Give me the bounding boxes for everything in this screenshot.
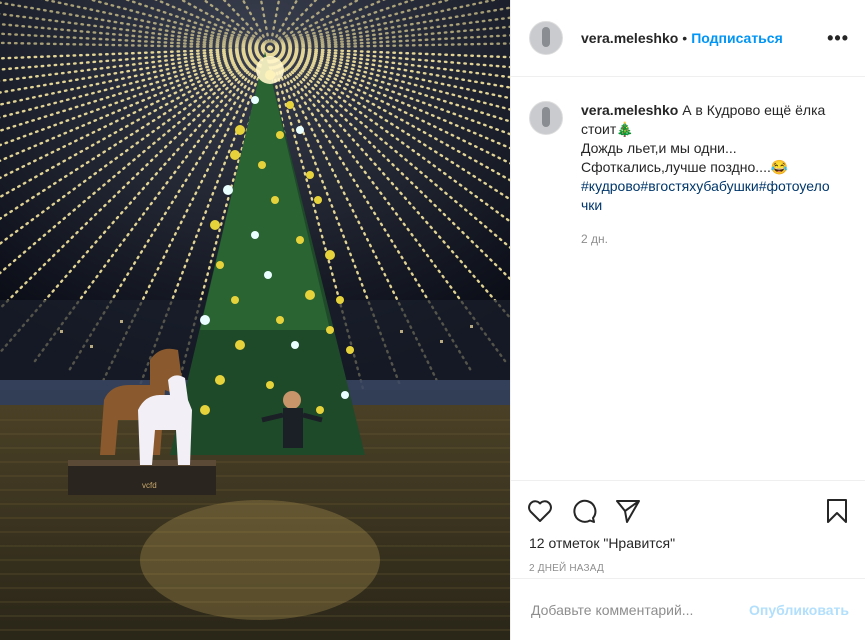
instagram-post: vcfd vera.meleshko • Подписаться ••• ver… bbox=[0, 0, 865, 640]
action-icons bbox=[527, 491, 849, 531]
caption-avatar[interactable] bbox=[529, 101, 563, 135]
more-options-icon[interactable]: ••• bbox=[827, 28, 849, 49]
post-sidebar: vera.meleshko • Подписаться ••• vera.mel… bbox=[510, 0, 865, 640]
caption-time[interactable]: 2 дн. bbox=[581, 230, 836, 249]
caption-text-line3: Сфоткались,лучше поздно....😂 bbox=[581, 159, 789, 175]
likes-count[interactable]: 12 отметок "Нравится" bbox=[527, 535, 849, 551]
username-link[interactable]: vera.meleshko bbox=[581, 30, 678, 46]
avatar[interactable] bbox=[529, 21, 563, 55]
like-heart-icon[interactable] bbox=[527, 499, 553, 523]
comments-section: vera.meleshko А в Кудрово ещё ёлка стоит… bbox=[511, 77, 865, 480]
caption-hashtags[interactable]: #кудрово#вгостяхубабушки#фотоуелочки bbox=[581, 178, 830, 213]
add-comment-bar: Опубликовать bbox=[511, 578, 865, 640]
separator-dot: • bbox=[682, 30, 688, 46]
caption-text-line2: Дождь льет,и мы одни... bbox=[581, 140, 737, 156]
christmas-tree-photo: vcfd bbox=[0, 0, 510, 640]
share-icon[interactable] bbox=[615, 498, 641, 524]
caption-body: vera.meleshko А в Кудрово ещё ёлка стоит… bbox=[581, 101, 836, 249]
follow-button[interactable]: Подписаться bbox=[691, 30, 783, 46]
post-header: vera.meleshko • Подписаться ••• bbox=[511, 0, 865, 77]
publish-button[interactable]: Опубликовать bbox=[749, 602, 849, 618]
comment-icon[interactable] bbox=[571, 498, 597, 524]
svg-text:vcfd: vcfd bbox=[142, 481, 157, 490]
post-photo[interactable]: vcfd bbox=[0, 0, 510, 640]
caption: vera.meleshko А в Кудрово ещё ёлка стоит… bbox=[529, 101, 849, 249]
action-bar: 12 отметок "Нравится" 2 ДНЕЙ НАЗАД bbox=[511, 480, 865, 578]
post-time-ago[interactable]: 2 ДНЕЙ НАЗАД bbox=[527, 563, 849, 574]
comment-input[interactable] bbox=[529, 600, 750, 619]
caption-username[interactable]: vera.meleshko bbox=[581, 102, 678, 118]
save-bookmark-icon[interactable] bbox=[825, 498, 849, 524]
